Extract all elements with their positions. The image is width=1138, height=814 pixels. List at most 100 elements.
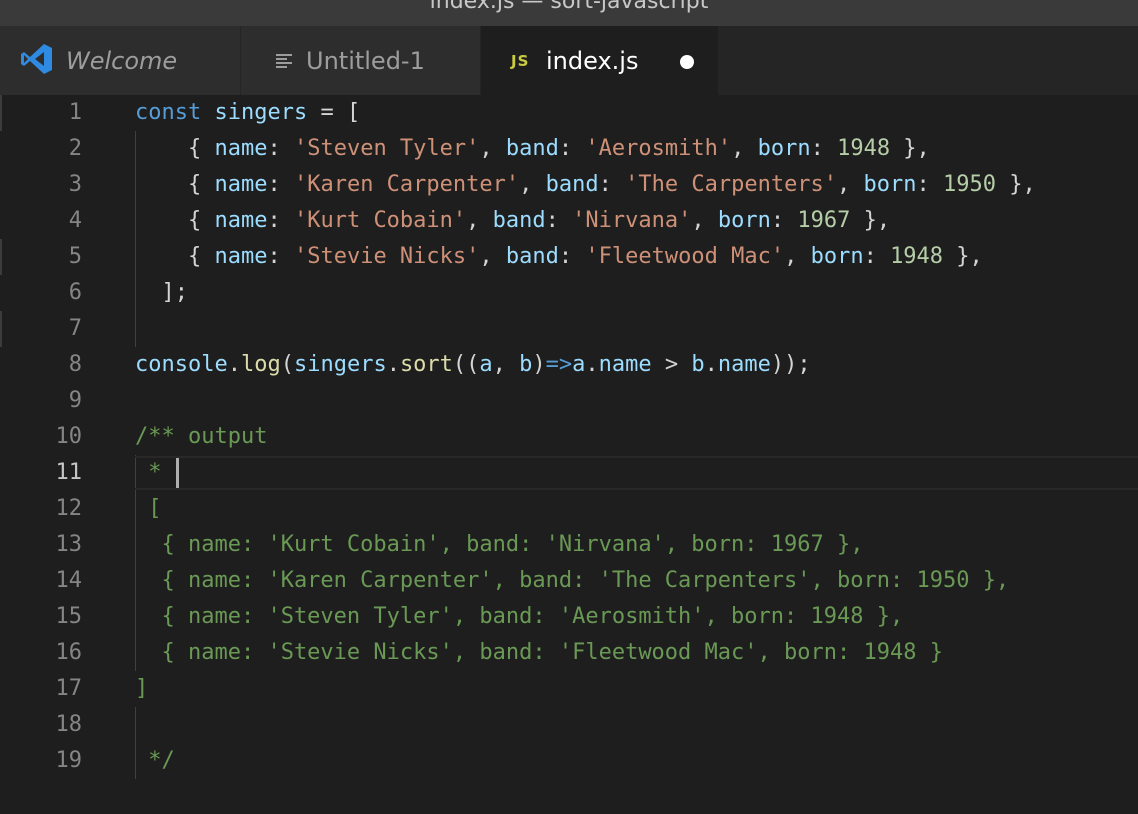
code-text: { name: 'Stevie Nicks', band: 'Fleetwood…	[135, 242, 983, 272]
line-number: 3	[68, 172, 82, 197]
code-line[interactable]: 13 { name: 'Kurt Cobain', band: 'Nirvana…	[0, 527, 1138, 563]
code-token: :	[267, 172, 294, 197]
code-token: :	[267, 244, 294, 269]
code-line[interactable]: 14 { name: 'Karen Carpenter', band: 'The…	[0, 563, 1138, 599]
code-token: :	[863, 244, 891, 269]
code-token: 'The Carpenters'	[625, 172, 838, 197]
code-line[interactable]: 9	[0, 383, 1138, 419]
code-token: name	[214, 172, 268, 197]
code-line[interactable]: 8 console.log(singers.sort((a, b)=>a.name…	[0, 347, 1138, 383]
code-token: :	[598, 172, 626, 197]
code-token: band	[545, 172, 599, 197]
code-token: 'Steven Tyler'	[293, 136, 480, 161]
code-token: { name: 'Stevie Nicks', band: 'Fleetwood…	[135, 640, 943, 665]
line-number: 9	[68, 388, 82, 413]
code-token: { name: 'Karen Carpenter', band: 'The Ca…	[135, 568, 1010, 593]
tab-label: Welcome	[66, 47, 178, 75]
code-token: a	[572, 352, 586, 377]
code-token: name	[598, 352, 652, 377]
code-token: },	[890, 136, 930, 161]
code-text: { name: 'Kurt Cobain', band: 'Nirvana', …	[135, 206, 890, 236]
code-text: */	[135, 746, 175, 776]
code-line[interactable]: 3 { name: 'Karen Carpenter', band: 'The …	[0, 167, 1138, 203]
code-line[interactable]: 5 { name: 'Stevie Nicks', band: 'Fleetwo…	[0, 239, 1138, 275]
code-token: :	[810, 136, 838, 161]
code-token: 'Kurt Cobain'	[293, 208, 467, 233]
code-text: { name: 'Kurt Cobain', band: 'Nirvana', …	[135, 530, 863, 560]
code-token: singers	[214, 100, 308, 125]
code-text: { name: 'Karen Carpenter', band: 'The Ca…	[135, 170, 1036, 200]
code-token: ,	[731, 136, 758, 161]
code-token: b	[519, 352, 533, 377]
code-token: ,	[837, 172, 864, 197]
code-token: born	[757, 136, 811, 161]
code-token: 1950	[943, 172, 997, 197]
code-token: ,	[519, 172, 546, 197]
code-text: { name: 'Steven Tyler', band: 'Aerosmith…	[135, 134, 930, 164]
code-text: ];	[135, 278, 188, 308]
tab-label: index.js	[546, 47, 639, 75]
code-editor[interactable]: 1 const singers = [2 { name: 'Steven Tyle…	[0, 95, 1138, 814]
code-line[interactable]: 18	[0, 707, 1138, 743]
code-token: = [	[307, 100, 361, 125]
line-number: 8	[68, 352, 82, 377]
code-token: ));	[770, 352, 811, 377]
code-line[interactable]: 7	[0, 311, 1138, 347]
code-line[interactable]: 10 /** output	[0, 419, 1138, 455]
code-line[interactable]: 17]	[0, 671, 1138, 707]
unsaved-changes-dot-icon[interactable]	[680, 55, 694, 69]
code-token: 'Fleetwood Mac'	[585, 244, 785, 269]
code-line[interactable]: 4 { name: 'Kurt Cobain', band: 'Nirvana'…	[0, 203, 1138, 239]
code-token: ,	[691, 208, 718, 233]
tab-untitled-1[interactable]: Untitled-1	[241, 26, 481, 95]
tab-welcome[interactable]: Welcome	[0, 26, 241, 95]
code-line[interactable]: 12 [	[0, 491, 1138, 527]
js-file-icon: JS	[511, 52, 530, 70]
code-line[interactable]: 2 { name: 'Steven Tyler', band: 'Aerosmi…	[0, 131, 1138, 167]
code-token: 'Aerosmith'	[585, 136, 732, 161]
line-number: 18	[55, 712, 83, 737]
code-token: singers	[293, 352, 387, 377]
line-number: 1	[68, 100, 82, 125]
code-token: 'Stevie Nicks'	[293, 244, 480, 269]
code-token: band	[505, 136, 559, 161]
tab-index-js[interactable]: JS index.js	[481, 26, 719, 95]
code-line[interactable]: 19 */	[0, 743, 1138, 779]
line-number: 4	[68, 208, 82, 233]
code-token: .	[227, 352, 241, 377]
code-token: ((	[452, 352, 480, 377]
code-text: ]	[135, 674, 148, 704]
code-line[interactable]: 6 ];	[0, 275, 1138, 311]
code-token: {	[135, 172, 215, 197]
code-token: name	[717, 352, 771, 377]
line-number: 14	[55, 568, 83, 593]
code-token: born	[717, 208, 771, 233]
code-text: { name: 'Karen Carpenter', band: 'The Ca…	[135, 566, 1009, 596]
code-token: },	[996, 172, 1036, 197]
code-token: band	[505, 244, 559, 269]
code-token: { name: 'Kurt Cobain', band: 'Nirvana', …	[135, 532, 864, 557]
code-line[interactable]: 11 *	[0, 455, 1138, 491]
code-token: const	[135, 100, 202, 125]
code-token: 'Nirvana'	[572, 208, 692, 233]
code-line[interactable]: 1 const singers = [	[0, 95, 1138, 131]
code-token: .	[704, 352, 718, 377]
code-token: */	[135, 748, 175, 773]
line-number: 13	[55, 532, 83, 557]
line-number: 15	[55, 604, 83, 629]
code-line[interactable]: 15 { name: 'Steven Tyler', band: 'Aerosm…	[0, 599, 1138, 635]
line-number: 11	[55, 460, 83, 485]
code-token: 1948	[890, 244, 944, 269]
code-text: const singers = [	[135, 98, 360, 128]
line-number: 19	[55, 748, 83, 773]
code-token: ];	[135, 280, 188, 305]
code-line[interactable]: 16 { name: 'Stevie Nicks', band: 'Fleetw…	[0, 635, 1138, 671]
code-token: sort	[399, 352, 453, 377]
line-number: 6	[68, 280, 82, 305]
line-number: 12	[55, 496, 83, 521]
code-token: :	[545, 208, 573, 233]
code-text: { name: 'Steven Tyler', band: 'Aerosmith…	[135, 602, 903, 632]
code-token: *	[135, 460, 175, 485]
code-token: :	[558, 136, 586, 161]
